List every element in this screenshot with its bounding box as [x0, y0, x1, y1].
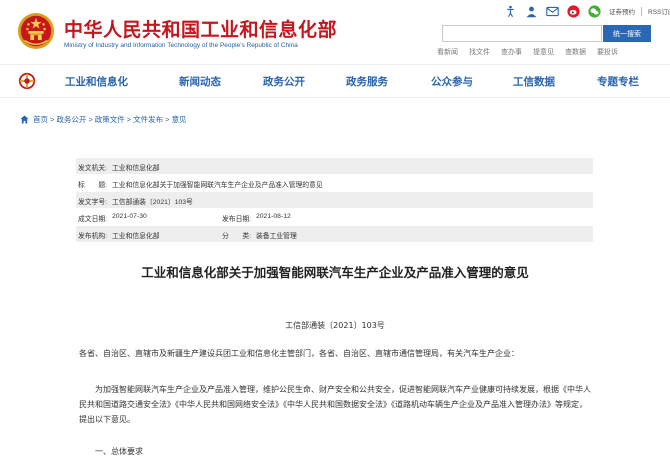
meta-label-category: 分 类: — [222, 233, 252, 240]
user-icon[interactable] — [525, 5, 538, 18]
meta-row-org: 发布机构: 工业和信息化部 分 类: 装备工业管理 — [76, 226, 593, 243]
meta-label-published: 发布日期: — [222, 216, 252, 223]
quick-link-data[interactable]: 查数据 — [565, 47, 586, 57]
breadcrumb-gov-affairs[interactable]: 政务公开 — [56, 114, 86, 125]
home-icon — [20, 115, 29, 124]
national-emblem-icon[interactable] — [17, 12, 55, 50]
meta-label-title: 标 题: — [78, 182, 108, 189]
quick-link-news[interactable]: 看新闻 — [437, 47, 458, 57]
search-input[interactable] — [442, 25, 602, 42]
breadcrumb-separator: > — [88, 115, 93, 124]
meta-value-doc-no: 工信部通装〔2021〕103号 — [112, 199, 193, 206]
meta-value-org: 工业和信息化部 — [112, 233, 160, 240]
quick-link-feedback[interactable]: 提意见 — [533, 47, 554, 57]
breadcrumb-file-release[interactable]: 文件发布 — [133, 114, 163, 125]
quick-links: 看新闻 找文件 查办事 提意见 查数据 要投诉 — [437, 47, 629, 57]
article-section-heading: 一、总体要求 — [95, 447, 143, 456]
breadcrumb-home[interactable]: 首页 — [33, 114, 48, 125]
article-addressee: 各省、自治区、直辖市及新疆生产建设兵团工业和信息化主管部门，各省、自治区、直辖市… — [79, 349, 519, 358]
meta-row-issuer: 发文机关: 工业和信息化部 — [76, 158, 593, 175]
main-nav: 工业和信息化 新闻动态 政务公开 政务服务 公众参与 工信数据 专题专栏 — [0, 64, 670, 98]
meta-value-issuer: 工业和信息化部 — [112, 165, 160, 172]
breadcrumb: 首页 > 政务公开 > 政策文件 > 文件发布 > 意见 — [20, 114, 187, 125]
meta-row-dates: 成文日期: 2021-07-30 发布日期: 2021-08-12 — [76, 209, 593, 226]
meta-value-created: 2021-07-30 — [112, 213, 147, 220]
meta-label-issuer: 发文机关: — [78, 165, 108, 172]
article-doc-number: 工信部通装〔2021〕103号 — [285, 321, 385, 330]
rss-link[interactable]: RSS订阅 — [648, 6, 670, 16]
nav-item-gov-affairs[interactable]: 政务公开 — [263, 74, 305, 89]
meta-value-category: 装备工业管理 — [256, 233, 297, 240]
meta-label-org: 发布机构: — [78, 233, 108, 240]
site-subtitle: Ministry of Industry and Information Tec… — [64, 42, 298, 49]
breadcrumb-opinion[interactable]: 意见 — [172, 114, 187, 125]
nav-item-industry-it[interactable]: 工业和信息化 — [65, 74, 128, 89]
nav-item-gov-services[interactable]: 政务服务 — [346, 74, 388, 89]
nav-item-public[interactable]: 公众参与 — [431, 74, 473, 89]
search-button[interactable]: 统一搜索 — [603, 25, 651, 42]
quick-link-complaint[interactable]: 要投诉 — [597, 47, 618, 57]
meta-value-title: 工业和信息化部关于加强智能网联汽车生产企业及产品准入管理的意见 — [112, 182, 323, 189]
wechat-icon[interactable] — [588, 4, 601, 18]
accessibility-icon[interactable] — [504, 5, 517, 18]
nav-item-topics[interactable]: 专题专栏 — [597, 74, 639, 89]
quick-link-files[interactable]: 找文件 — [469, 47, 490, 57]
meta-label-doc-no: 发文字号: — [78, 199, 108, 206]
article-paragraph: 为加强智能网联汽车生产企业及产品准入管理，维护公民生命、财产安全和公共安全，促进… — [79, 385, 591, 424]
meta-label-created: 成文日期: — [78, 216, 108, 223]
appointment-link[interactable]: 证券预约 — [609, 6, 635, 16]
nav-item-news[interactable]: 新闻动态 — [179, 74, 221, 89]
document-meta-table: 发文机关: 工业和信息化部 标 题: 工业和信息化部关于加强智能网联汽车生产企业… — [76, 158, 593, 243]
top-tools: 证券预约 RSS订阅 — [504, 4, 670, 18]
breadcrumb-policy-files[interactable]: 政策文件 — [95, 114, 125, 125]
site-title: 中华人民共和国工业和信息化部 — [64, 19, 338, 41]
meta-row-title: 标 题: 工业和信息化部关于加强智能网联汽车生产企业及产品准入管理的意见 — [76, 175, 593, 192]
article-title: 工业和信息化部关于加强智能网联汽车生产企业及产品准入管理的意见 — [141, 265, 529, 280]
weibo-icon[interactable] — [567, 4, 580, 18]
tool-divider — [641, 6, 642, 16]
mail-icon[interactable] — [546, 5, 559, 18]
site-header: 中华人民共和国工业和信息化部 Ministry of Industry and … — [0, 0, 670, 62]
breadcrumb-separator: > — [50, 115, 55, 124]
home-logo-icon[interactable] — [18, 72, 36, 90]
meta-value-published: 2021-08-12 — [256, 213, 291, 220]
nav-item-data[interactable]: 工信数据 — [513, 74, 555, 89]
meta-row-doc-no: 发文字号: 工信部通装〔2021〕103号 — [76, 192, 593, 209]
breadcrumb-separator: > — [126, 115, 132, 124]
quick-link-services[interactable]: 查办事 — [501, 47, 522, 57]
breadcrumb-separator: > — [165, 115, 170, 124]
